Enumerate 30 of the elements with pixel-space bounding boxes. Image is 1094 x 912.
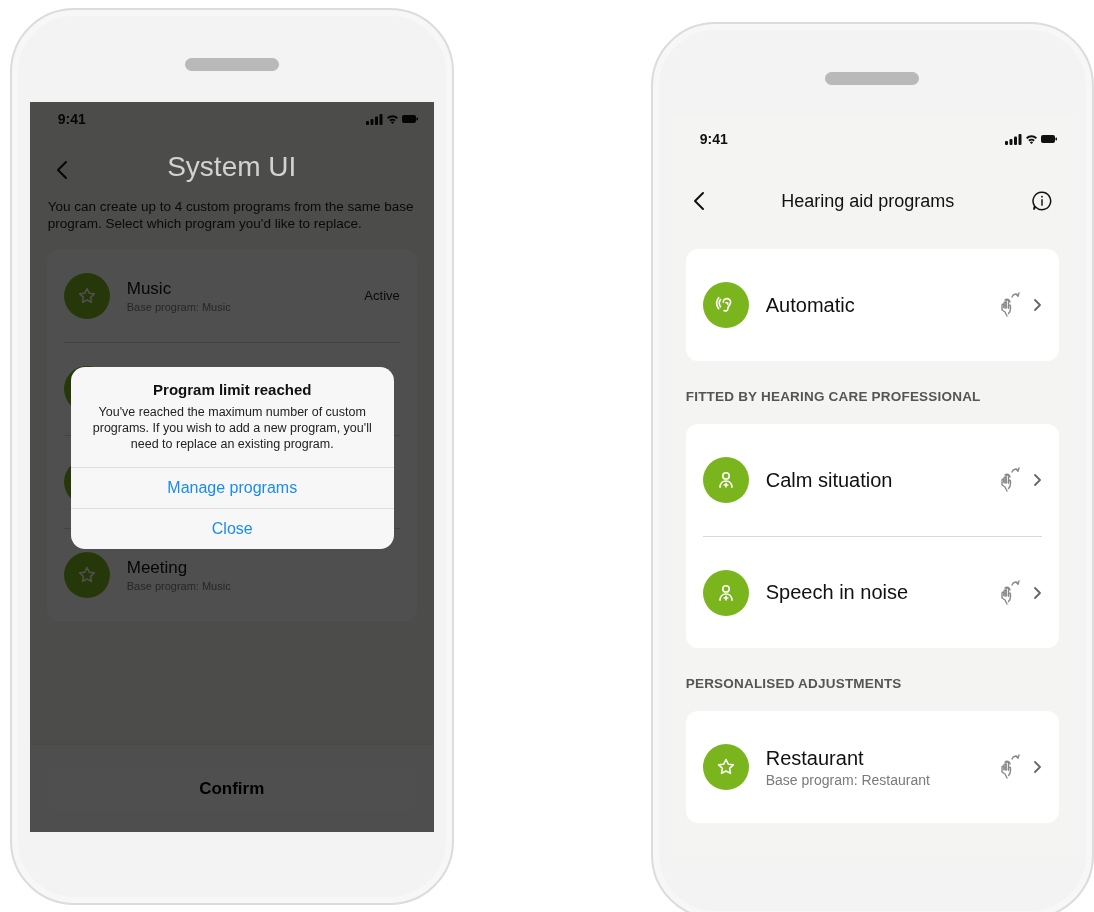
alert-button[interactable]: Close (70, 508, 394, 549)
chevron-right-icon (1032, 585, 1042, 600)
status-time: 9:41 (699, 131, 728, 147)
star-icon (76, 285, 97, 306)
program-name: Speech in noise (765, 581, 910, 604)
star-icon (76, 565, 97, 585)
base-program-label: Base program: Restaurant (765, 771, 931, 788)
alert-button[interactable]: Manage programs (70, 467, 394, 508)
section-heading: FITTED BY HEARING CARE PROFESSIONAL (685, 388, 982, 406)
info-icon[interactable] (1030, 190, 1053, 212)
status-label: Active (364, 288, 400, 303)
alert-message: You've reached the maximum number of custom programs. If you wish to add a new program, you'll need to replace an existing program. (91, 404, 373, 452)
program-name: Meeting (126, 558, 189, 578)
description-text: You can create up to 4 custom programs from the same base program. Select which program you'd like to replace. (47, 198, 415, 232)
star-icon (715, 757, 736, 777)
screen-title: Hearing aid programs (781, 190, 955, 212)
program-name: Automatic (765, 293, 856, 317)
chevron-right-icon (1032, 473, 1042, 487)
chevron-right-icon (1032, 760, 1042, 774)
overlay-label: System UI (167, 151, 297, 183)
program-name: Calm situation (765, 468, 894, 492)
section-heading: PERSONALISED ADJUSTMENTS (685, 675, 903, 693)
program-name: Music (126, 278, 173, 299)
alert-title: Program limit reached (152, 381, 313, 398)
chevron-right-icon (1032, 298, 1042, 312)
back-icon[interactable] (692, 191, 705, 211)
status-time: 9:41 (57, 111, 86, 127)
status-icons (365, 113, 418, 125)
program-name: Restaurant (765, 746, 865, 770)
status-icons (1004, 133, 1057, 145)
